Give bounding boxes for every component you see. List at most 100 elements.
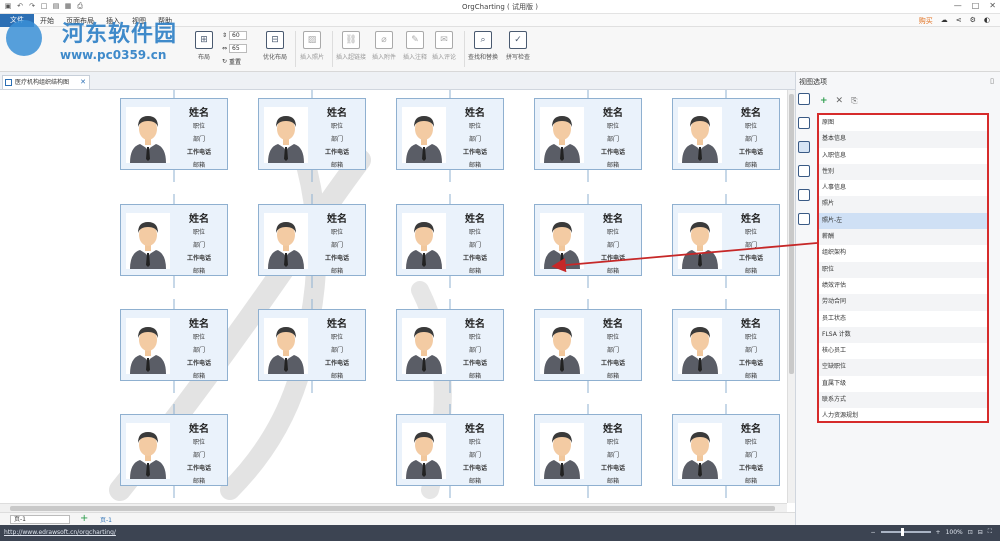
- employee-card[interactable]: 姓名 职位 部门 工作电话 邮箱: [120, 309, 228, 381]
- employee-card[interactable]: 姓名 职位 部门 工作电话 邮箱: [120, 414, 228, 486]
- horizontal-spacing-input[interactable]: 65: [229, 44, 248, 53]
- view-option-item[interactable]: 照片: [819, 196, 987, 213]
- insert-picture-button[interactable]: ▨ 插入照片: [300, 31, 324, 61]
- horizontal-scrollbar[interactable]: [0, 503, 787, 512]
- maximize-button[interactable]: □: [972, 1, 980, 10]
- card-view-icon[interactable]: [798, 93, 810, 105]
- spacing-spinner-2[interactable]: ⇔ 65: [222, 44, 248, 53]
- zoom-in-icon[interactable]: +: [936, 529, 941, 536]
- buy-link[interactable]: 购买: [919, 16, 933, 26]
- tree-view-icon[interactable]: [798, 189, 810, 201]
- pin-icon[interactable]: ▯: [990, 77, 994, 85]
- spellcheck-button[interactable]: ✓ 拼写检查: [506, 31, 530, 61]
- view-option-item[interactable]: 空缺职位: [819, 359, 987, 376]
- zoom-out-icon[interactable]: −: [871, 529, 876, 536]
- view-option-item[interactable]: 薪酬: [819, 229, 987, 246]
- add-page-icon[interactable]: +: [80, 513, 88, 525]
- reset-button[interactable]: ↻ 重置: [222, 57, 241, 66]
- insert-note-button[interactable]: ✎ 插入注释: [403, 31, 427, 61]
- view-option-item[interactable]: 核心员工: [819, 343, 987, 359]
- optimize-layout-button[interactable]: ⊟ 优化布局: [263, 31, 287, 61]
- employee-card[interactable]: 姓名 职位 部门 工作电话 邮箱: [396, 414, 504, 486]
- menu-view[interactable]: 视图: [132, 16, 146, 26]
- employee-card[interactable]: 姓名 职位 部门 工作电话 邮箱: [672, 204, 780, 276]
- employee-card[interactable]: 姓名 职位 部门 工作电话 邮箱: [672, 98, 780, 170]
- view-option-item[interactable]: 职位: [819, 261, 987, 278]
- view-option-item[interactable]: 劳动合同: [819, 294, 987, 311]
- employee-card[interactable]: 姓名 职位 部门 工作电话 邮箱: [534, 204, 642, 276]
- document-tab[interactable]: 医疗机构组织结构图 ✕: [2, 75, 90, 89]
- employee-card[interactable]: 姓名 职位 部门 工作电话 邮箱: [120, 98, 228, 170]
- view-option-item[interactable]: 直属下级: [819, 376, 987, 392]
- table-view-icon[interactable]: [798, 165, 810, 177]
- search-view-icon[interactable]: [798, 213, 810, 225]
- menu-items: 开始 页面布局 插入 视图 帮助: [40, 16, 172, 26]
- employee-card[interactable]: 姓名 职位 部门 工作电话 邮箱: [396, 98, 504, 170]
- employee-card[interactable]: 姓名 职位 部门 工作电话 邮箱: [534, 309, 642, 381]
- theme-icon[interactable]: ◐: [984, 16, 990, 26]
- spacing-spinner-1[interactable]: ⇕ 60: [222, 31, 248, 40]
- find-replace-button[interactable]: ⌕ 查找和替换: [468, 31, 498, 61]
- cloud-icon[interactable]: ☁: [941, 16, 948, 26]
- employee-card[interactable]: 姓名 职位 部门 工作电话 邮箱: [672, 414, 780, 486]
- org-chart-canvas[interactable]: 姓名 职位 部门 工作电话 邮箱 姓名 职位 部门 工作电话 邮箱 姓名 职位 部门 工作电话 邮箱 姓名 职位…: [0, 90, 787, 503]
- view-option-item[interactable]: 人事信息: [819, 180, 987, 196]
- view-option-item[interactable]: 员工状态: [819, 311, 987, 327]
- employee-card[interactable]: 姓名 职位 部门 工作电话 邮箱: [672, 309, 780, 381]
- menu-insert[interactable]: 插入: [106, 16, 120, 26]
- layout-group[interactable]: ⊞ 布局: [195, 31, 213, 61]
- copy-option-icon[interactable]: ⎘: [851, 96, 857, 106]
- employee-name: 姓名: [465, 214, 485, 225]
- horizontal-scroll-thumb[interactable]: [10, 506, 775, 511]
- format-icon[interactable]: [798, 117, 810, 129]
- find-replace-label: 查找和替换: [468, 54, 499, 61]
- employee-card[interactable]: 姓名 职位 部门 工作电话 邮箱: [534, 414, 642, 486]
- zoom-slider-knob[interactable]: [900, 528, 904, 536]
- view-option-item[interactable]: 照片-左: [819, 212, 987, 230]
- close-tab-icon[interactable]: ✕: [80, 76, 86, 89]
- list-view-icon[interactable]: [798, 141, 810, 153]
- view-option-item[interactable]: 人力资源规划: [819, 408, 987, 424]
- vertical-scroll-thumb[interactable]: [789, 94, 794, 374]
- vertical-scrollbar[interactable]: [787, 90, 795, 503]
- employee-card[interactable]: 姓名 职位 部门 工作电话 邮箱: [396, 309, 504, 381]
- view-option-item[interactable]: 组织架构: [819, 245, 987, 261]
- share-icon[interactable]: ⋖: [956, 16, 962, 26]
- fullscreen-icon[interactable]: ⛶: [988, 528, 992, 536]
- view-option-item[interactable]: 绩效评估: [819, 278, 987, 294]
- fit-width-icon[interactable]: ⊟: [978, 529, 983, 536]
- view-option-item[interactable]: 联系方式: [819, 392, 987, 409]
- add-option-icon[interactable]: +: [820, 96, 828, 106]
- vertical-spacing-input[interactable]: 60: [229, 31, 248, 40]
- menu-file[interactable]: 文件: [0, 14, 34, 27]
- view-option-item[interactable]: FLSA 计数: [819, 326, 987, 344]
- view-option-item[interactable]: 性别: [819, 163, 987, 181]
- settings-icon[interactable]: ⚙: [970, 16, 976, 26]
- view-option-item[interactable]: 原图: [819, 115, 987, 131]
- employee-card[interactable]: 姓名 职位 部门 工作电话 邮箱: [258, 204, 366, 276]
- spellcheck-label: 拼写检查: [506, 54, 531, 61]
- view-option-item[interactable]: 入职信息: [819, 148, 987, 164]
- employee-card[interactable]: 姓名 职位 部门 工作电话 邮箱: [120, 204, 228, 276]
- employee-card[interactable]: 姓名 职位 部门 工作电话 邮箱: [258, 309, 366, 381]
- close-button[interactable]: ✕: [989, 1, 996, 10]
- employee-card[interactable]: 姓名 职位 部门 工作电话 邮箱: [534, 98, 642, 170]
- insert-attachment-button[interactable]: ⌀ 插入附件: [372, 31, 396, 61]
- menu-page-layout[interactable]: 页面布局: [66, 16, 94, 26]
- zoom-slider[interactable]: [880, 528, 931, 536]
- status-url-link[interactable]: http://www.edrawsoft.cn/orgcharting/: [4, 529, 116, 536]
- menu-home[interactable]: 开始: [40, 16, 54, 26]
- page-select[interactable]: 页-1: [10, 515, 70, 524]
- insert-comment-button[interactable]: ✉ 插入评论: [432, 31, 456, 61]
- menu-help[interactable]: 帮助: [158, 16, 172, 26]
- view-option-item[interactable]: 基本信息: [819, 131, 987, 148]
- minimize-button[interactable]: —: [954, 1, 962, 10]
- employee-email: 邮箱: [606, 268, 619, 275]
- employee-position: 职位: [468, 334, 481, 341]
- insert-hyperlink-button[interactable]: ⛓ 插入超链接: [336, 31, 366, 61]
- employee-card[interactable]: 姓名 职位 部门 工作电话 邮箱: [396, 204, 504, 276]
- fit-page-icon[interactable]: ⊡: [968, 529, 973, 536]
- delete-option-icon[interactable]: ✕: [836, 96, 844, 106]
- employee-card[interactable]: 姓名 职位 部门 工作电话 邮箱: [258, 98, 366, 170]
- current-page-tab[interactable]: 页-1: [100, 515, 112, 524]
